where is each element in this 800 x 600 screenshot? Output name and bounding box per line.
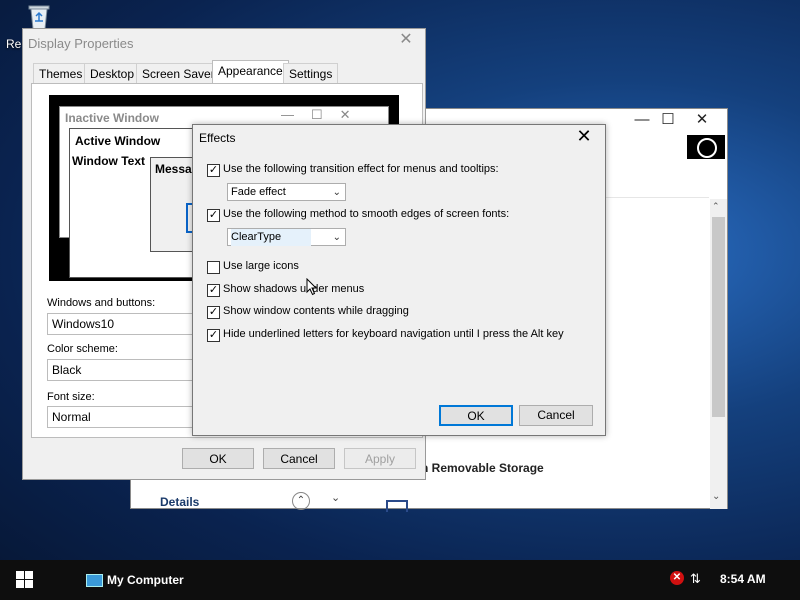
windows-start-icon[interactable] [16,571,34,589]
transition-effect-value: Fade effect [231,186,286,198]
preview-window-text: Window Text [72,154,145,168]
cancel-button[interactable]: Cancel [263,448,335,469]
network-tray-icon[interactable]: ⇅ [690,571,701,587]
windows-buttons-label: Windows and buttons: [47,297,156,309]
color-scheme-label: Color scheme: [47,343,118,355]
close-button[interactable]: ✕ [391,29,421,51]
maximize-button[interactable]: ☐ [653,109,683,131]
taskbar-item-my-computer[interactable]: My Computer [80,566,190,594]
collapse-circle-icon[interactable]: ⌃ [292,492,310,510]
window-title: Display Properties [28,36,134,51]
ok-button[interactable]: OK [439,405,513,426]
details-label[interactable]: Details [160,495,199,509]
tab-screen-saver[interactable]: Screen Saver [136,63,221,84]
chevron-down-icon[interactable]: ⌄ [331,491,340,504]
menu-shadows-label[interactable]: Show shadows under menus [223,283,364,295]
drive-icon [386,500,408,512]
font-size-label: Font size: [47,391,95,403]
smooth-fonts-checkbox[interactable]: ✓ [207,209,220,222]
mouse-cursor-icon [306,278,318,296]
windows-buttons-select[interactable]: Windows10 [47,313,207,335]
error-tray-icon[interactable]: ✕ [670,571,684,585]
camera-icon [687,135,725,159]
apply-button[interactable]: Apply [344,448,416,469]
scroll-up-icon[interactable]: ⌃ [712,201,720,212]
close-button[interactable]: ✕ [687,109,717,131]
tab-appearance[interactable]: Appearance [212,60,289,85]
taskbar-clock[interactable]: 8:54 AM [720,572,766,586]
hide-underlines-checkbox[interactable]: ✓ [207,329,220,342]
smooth-fonts-label[interactable]: Use the following method to smooth edges… [223,208,509,220]
preview-inactive-title: Inactive Window [65,111,159,125]
transition-effect-label[interactable]: Use the following transition effect for … [223,163,499,175]
ok-button[interactable]: OK [182,448,254,469]
drag-contents-checkbox[interactable]: ✓ [207,306,220,319]
dialog-title: Effects [199,131,236,145]
large-icons-checkbox[interactable] [207,261,220,274]
preview-active-title: Active Window [75,134,161,148]
transition-effect-select[interactable]: Fade effect ⌄ [227,183,346,201]
large-icons-label[interactable]: Use large icons [223,260,299,272]
tab-themes[interactable]: Themes [33,63,89,84]
scroll-down-icon[interactable]: ⌄ [712,491,720,502]
effects-dialog: Effects ✕ ✓ Use the following transition… [192,124,606,436]
preview-message-title: Messa [155,162,192,176]
smoothing-method-value: ClearType [231,229,312,246]
chevron-down-icon: ⌄ [332,187,341,198]
computer-icon [86,574,103,588]
recycle-bin-icon[interactable] [26,3,52,31]
tab-settings[interactable]: Settings [283,63,339,84]
tab-desktop[interactable]: Desktop [84,63,141,84]
close-button[interactable]: ✕ [569,126,599,147]
transition-effect-checkbox[interactable]: ✓ [207,164,220,177]
cancel-button[interactable]: Cancel [519,405,593,426]
section-heading: n Removable Storage [421,461,544,475]
smoothing-method-select[interactable]: ClearType ⌄ [227,228,346,246]
recycle-bin-label[interactable]: Re [6,37,21,51]
color-scheme-select[interactable]: Black [47,359,207,381]
hide-underlines-label[interactable]: Hide underlined letters for keyboard nav… [223,328,564,340]
drag-contents-label[interactable]: Show window contents while dragging [223,305,409,317]
preview-caption-buttons: —☐✕ [281,107,368,122]
taskbar-item-label: My Computer [107,573,184,587]
scrollbar-thumb[interactable] [712,217,725,417]
font-size-select[interactable]: Normal [47,406,207,428]
chevron-down-icon: ⌄ [332,232,341,243]
menu-shadows-checkbox[interactable]: ✓ [207,284,220,297]
